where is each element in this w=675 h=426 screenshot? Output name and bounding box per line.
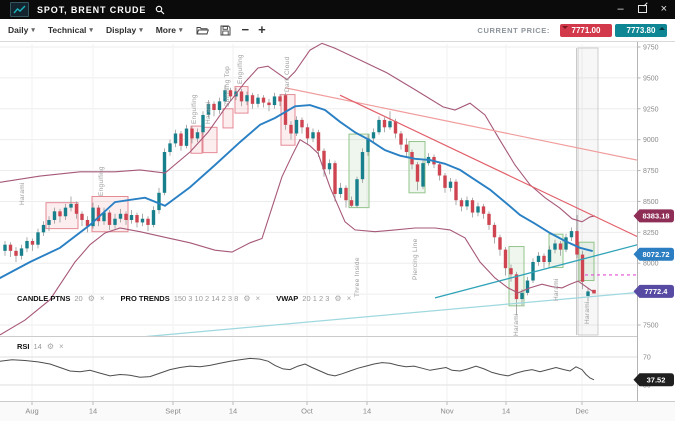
svg-text:Nov: Nov [440,407,454,416]
svg-text:Oct: Oct [301,407,314,416]
gear-icon[interactable]: ⚙ [88,294,95,303]
chevron-down-icon: ▾ [31,26,35,34]
indicator-name: RSI [17,342,30,351]
ask-price-badge: 7773.80 [615,24,667,37]
svg-text:7500: 7500 [643,323,659,330]
svg-text:8000: 8000 [643,261,659,268]
indicator-pro-trends: PRO TRENDS 150 3 10 2 14 2 3 8 ⚙ × [121,294,261,303]
svg-text:70: 70 [643,355,651,362]
svg-text:Engulfing: Engulfing [191,94,198,124]
svg-text:8750: 8750 [643,168,659,175]
svg-text:Engulfing: Engulfing [98,166,105,196]
indicator-vwap: VWAP 20 1 2 3 ⚙ × [276,294,351,303]
toolbar: Daily▾ Technical▾ Display▾ More▾ − + CUR… [0,19,675,42]
chevron-down-icon: ▾ [139,26,143,34]
arrow-up-icon [659,24,665,30]
gear-icon[interactable]: ⚙ [47,342,54,351]
menu-more[interactable]: More▾ [156,25,183,35]
chevron-down-icon: ▾ [179,26,183,34]
rsi-legend: RSI 14 ⚙ × [17,342,80,351]
close-icon[interactable]: × [59,342,64,351]
svg-text:Sept: Sept [165,407,181,416]
svg-text:14: 14 [502,407,510,416]
svg-text:9250: 9250 [643,106,659,113]
svg-text:Harami: Harami [513,313,520,336]
svg-text:Harami: Harami [19,182,26,205]
search-icon[interactable] [155,5,165,15]
indicator-params: 150 3 10 2 14 2 3 8 [174,294,239,303]
menu-technical[interactable]: Technical▾ [48,25,93,35]
restore-button[interactable] [638,4,647,15]
svg-text:14: 14 [229,407,237,416]
title-bar: SPOT, BRENT CRUDE – × [0,0,675,19]
svg-text:Dec: Dec [575,407,589,416]
indicator-name: PRO TRENDS [121,294,170,303]
svg-text:8072.72: 8072.72 [642,250,669,259]
menu-display[interactable]: Display▾ [106,25,143,35]
svg-text:Harami: Harami [205,101,212,124]
svg-text:Dark Cloud: Dark Cloud [284,56,291,92]
price-chart[interactable]: Harami Engulfing Engulfing Harami Spinning T… [0,42,675,421]
svg-text:8383.18: 8383.18 [642,212,669,221]
svg-text:Engulfing: Engulfing [237,54,244,84]
chevron-down-icon: ▾ [89,26,93,34]
indicator-legend: CANDLE PTNS 20 ⚙ × PRO TRENDS 150 3 10 2 14 2… [17,294,367,303]
svg-text:9000: 9000 [643,137,659,144]
svg-text:Three Inside: Three Inside [354,257,361,297]
current-price-label: CURRENT PRICE: [477,26,550,35]
trading-app-window: SPOT, BRENT CRUDE – × Daily▾ Technical▾ … [0,0,675,421]
indicator-params: 14 [34,342,42,351]
close-button[interactable]: × [661,4,667,15]
menu-daily[interactable]: Daily▾ [8,25,35,35]
zoom-out-button[interactable]: − [242,24,250,36]
symbol-title: SPOT, BRENT CRUDE [37,5,146,15]
svg-text:14: 14 [363,407,371,416]
svg-text:7772.4: 7772.4 [645,287,669,296]
svg-text:9750: 9750 [643,45,659,52]
svg-text:Aug: Aug [25,407,38,416]
gear-icon[interactable]: ⚙ [243,294,250,303]
svg-text:Harami: Harami [584,301,591,324]
arrow-down-icon [562,26,568,32]
zoom-in-button[interactable]: + [258,24,266,36]
indicator-name: CANDLE PTNS [17,294,70,303]
svg-text:8500: 8500 [643,199,659,206]
indicator-name: VWAP [276,294,298,303]
svg-text:8250: 8250 [643,230,659,237]
indicator-params: 20 1 2 3 [302,294,329,303]
bid-price-badge: 7771.00 [560,24,612,37]
open-file-icon[interactable] [196,25,209,35]
save-icon[interactable] [220,25,231,36]
close-icon[interactable]: × [256,294,261,303]
chart-area: Harami Engulfing Engulfing Harami Spinning T… [0,42,675,421]
svg-text:37.52: 37.52 [647,375,666,384]
indicator-params: 20 [74,294,82,303]
close-icon[interactable]: × [100,294,105,303]
close-icon[interactable]: × [347,294,352,303]
svg-text:Piercing Line: Piercing Line [412,238,419,280]
app-logo-icon [10,2,29,17]
svg-text:Spinning Top: Spinning Top [224,66,231,107]
gear-icon[interactable]: ⚙ [334,294,341,303]
indicator-candle-ptns: CANDLE PTNS 20 ⚙ × [17,294,105,303]
svg-text:Harami: Harami [553,278,560,301]
minimize-button[interactable]: – [617,4,623,15]
svg-text:9500: 9500 [643,75,659,82]
svg-text:14: 14 [89,407,97,416]
indicator-rsi: RSI 14 ⚙ × [17,342,64,351]
